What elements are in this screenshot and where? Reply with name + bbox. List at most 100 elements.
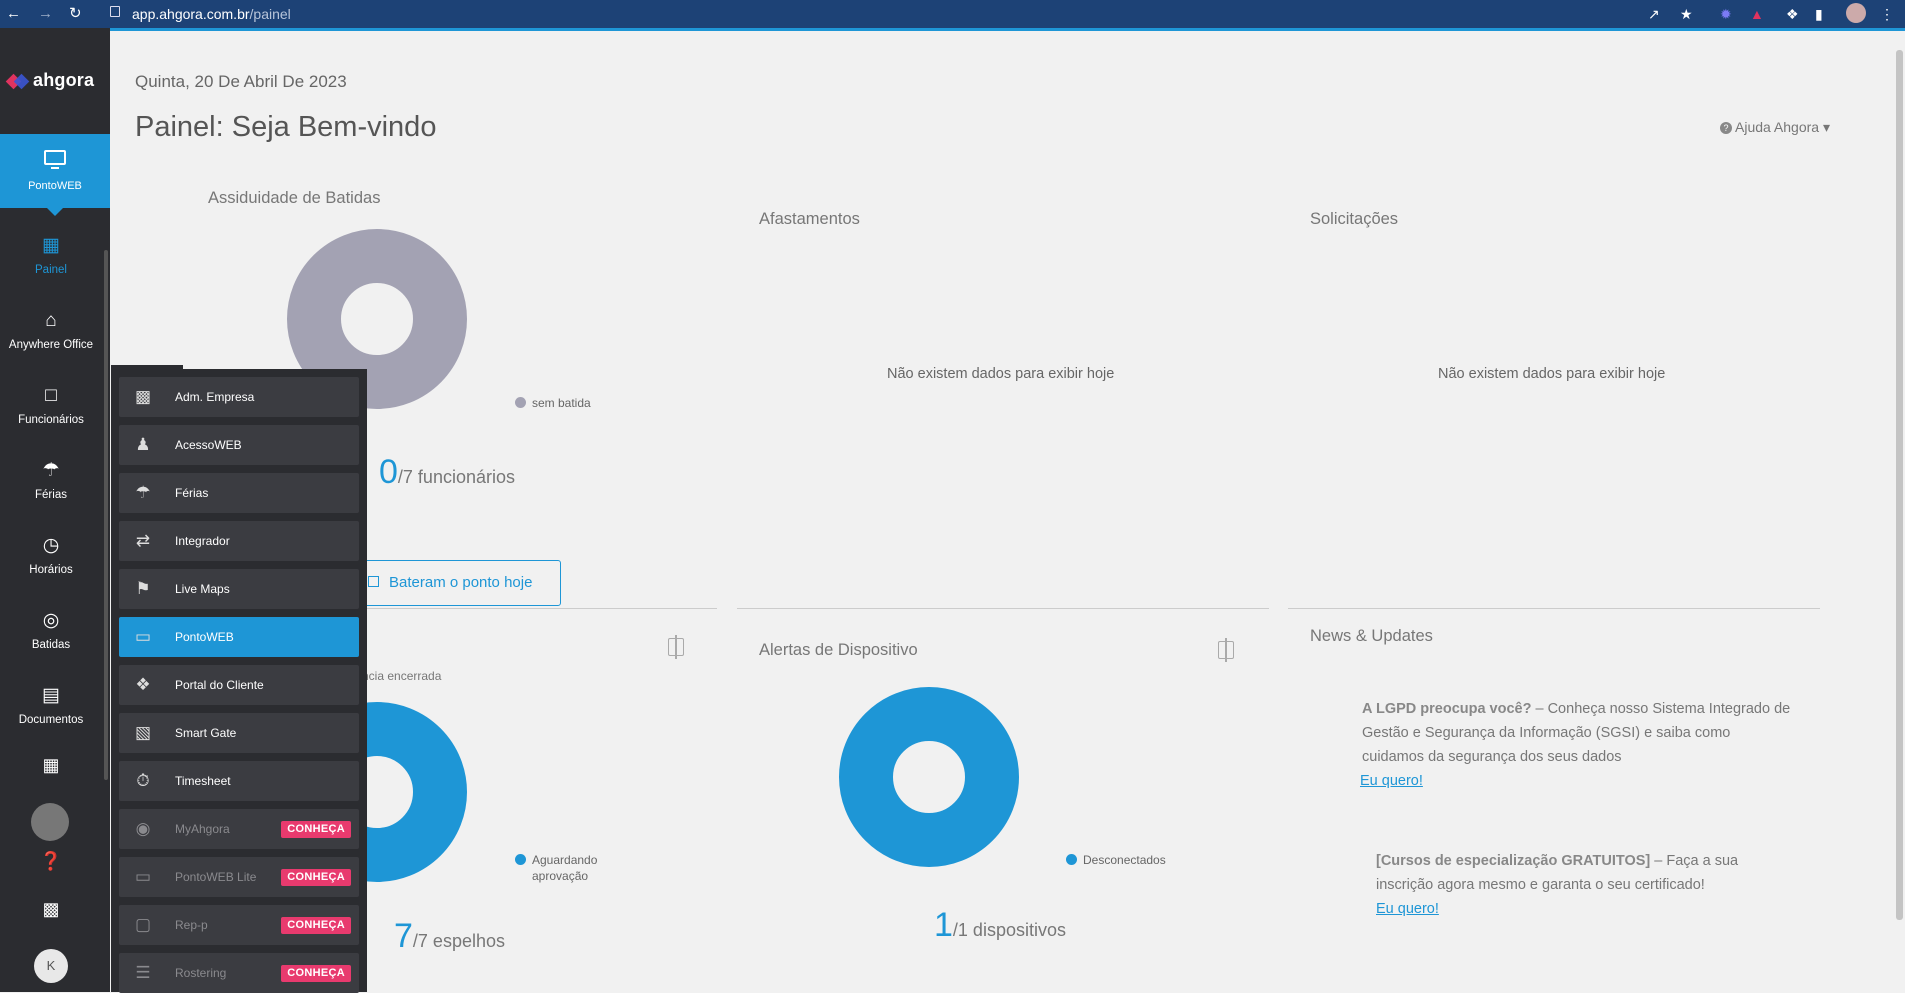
forward-arrow-icon[interactable]: → — [38, 5, 53, 23]
handshake-icon: ❖ — [135, 675, 151, 694]
solicitacoes-title: Solicitações — [1310, 210, 1399, 228]
menu-item-label: PontoWEB Lite — [175, 870, 257, 884]
menu-item-rep-p[interactable]: ▢ Rep-p CONHEÇA — [119, 905, 359, 945]
count-total: /7 espelhos — [412, 931, 505, 951]
company-building-icon[interactable]: ▩ — [31, 894, 71, 924]
menu-item-label: MyAhgora — [175, 822, 230, 836]
dashboard-icon: ▦ — [42, 235, 60, 256]
address-bar[interactable]: app.ahgora.com.br/painel — [132, 6, 291, 22]
sidebar-item-label: Painel — [35, 264, 67, 276]
briefcase-icon: ▢ — [134, 915, 152, 934]
menu-item-smart-gate[interactable]: ▧ Smart Gate — [119, 713, 359, 753]
extension-icon[interactable]: ✹ — [1720, 5, 1732, 23]
share-icon[interactable]: ↗ — [1648, 5, 1660, 23]
menu-item-integrador[interactable]: ⇄ Integrador — [119, 521, 359, 561]
section-divider — [737, 608, 1269, 609]
reload-icon[interactable]: ↻ — [69, 5, 82, 23]
external-link-icon — [368, 576, 379, 587]
menu-item-timesheet[interactable]: ⏱ Timesheet — [119, 761, 359, 801]
menu-item-label: Live Maps — [175, 582, 230, 596]
ahgora-extension-icon[interactable]: ▲ — [1750, 5, 1764, 23]
menu-item-adm-empresa[interactable]: ▩ Adm. Empresa — [119, 377, 359, 417]
menu-item-rostering[interactable]: ☰ Rostering CONHEÇA — [119, 953, 359, 993]
section-divider — [1288, 608, 1820, 609]
kebab-menu-icon[interactable]: ⋮ — [1880, 5, 1894, 23]
app-label: PontoWEB — [28, 180, 82, 192]
conheca-badge: CONHEÇA — [281, 821, 351, 838]
legend-dot — [515, 397, 526, 408]
legend-label-line1: Aguardando — [532, 853, 598, 867]
back-arrow-icon[interactable]: ← — [6, 5, 21, 23]
calculator-icon[interactable]: ▦ — [31, 750, 71, 780]
news-title: News & Updates — [1310, 627, 1433, 645]
menu-item-acessoweb[interactable]: ♟ AcessoWEB — [119, 425, 359, 465]
list-icon: ☰ — [135, 963, 151, 982]
document-icon: ▤ — [42, 685, 60, 706]
url-host: app.ahgora.com.br — [132, 6, 250, 22]
news-link[interactable]: Eu quero! — [1376, 901, 1439, 917]
count-total: /7 funcionários — [397, 467, 515, 487]
sidebar-item-horarios[interactable]: ◷ Horários — [0, 534, 102, 594]
sidebar-item-documentos[interactable]: ▤ Documentos — [0, 684, 102, 744]
expand-panel-icon[interactable] — [668, 635, 684, 659]
expand-panel-icon[interactable] — [1218, 638, 1234, 662]
side-panel-icon[interactable]: ▮ — [1815, 5, 1823, 23]
screen-off-icon: ▧ — [134, 723, 152, 742]
conheca-badge: CONHEÇA — [281, 917, 351, 934]
count-total: /1 dispositivos — [952, 920, 1066, 940]
menu-item-label: Timesheet — [175, 774, 231, 788]
help-icon[interactable]: ❓ — [31, 846, 71, 876]
assiduidade-count: 0/7 funcionários — [379, 453, 515, 492]
assiduidade-title: Assiduidade de Batidas — [208, 189, 381, 207]
conheca-badge: CONHEÇA — [281, 965, 351, 982]
news-link[interactable]: Eu quero! — [1360, 773, 1423, 789]
sidebar-scrollbar[interactable] — [104, 250, 108, 780]
sidebar-item-funcionarios[interactable]: □ Funcionários — [0, 384, 102, 444]
user-avatar[interactable]: K — [34, 949, 68, 983]
ahgora-logo[interactable]: ahgora — [5, 70, 94, 91]
menu-item-pontoweb[interactable]: ▭ PontoWEB — [119, 617, 359, 657]
alertas-donut — [839, 687, 1019, 867]
browser-profile-avatar[interactable] — [1846, 3, 1866, 23]
bateram-o-ponto-hoje-button[interactable]: Bateram o ponto hoje — [355, 560, 561, 606]
menu-item-label: Rostering — [175, 966, 227, 980]
menu-item-pontoweb-lite[interactable]: ▭ PontoWEB Lite CONHEÇA — [119, 857, 359, 897]
sidebar-item-label: Documentos — [18, 714, 84, 726]
count-value: 1 — [934, 906, 953, 944]
apps-grid-button[interactable] — [31, 803, 69, 841]
app-switcher-menu: ▩ Adm. Empresa ♟ AcessoWEB ☂ Férias ⇄ Integr… — [111, 369, 367, 993]
ahgora-logo-icon — [5, 71, 30, 91]
sidebar-item-painel[interactable]: ▦ Painel — [0, 234, 102, 294]
sidebar-item-anywhere-office[interactable]: ⌂ Anywhere Office — [0, 309, 102, 369]
help-dropdown[interactable]: ? Ajuda Ahgora ▾ — [1720, 119, 1830, 136]
sidebar-item-label: Funcionários — [18, 414, 84, 426]
fingerprint-icon: ◎ — [42, 610, 60, 631]
menu-item-ferias[interactable]: ☂ Férias — [119, 473, 359, 513]
puzzle-icon[interactable]: ❖ — [1786, 5, 1799, 23]
monitor-icon: ▭ — [134, 627, 152, 646]
app-switcher-pontoweb[interactable]: PontoWEB — [0, 134, 110, 216]
menu-item-portal-do-cliente[interactable]: ❖ Portal do Cliente — [119, 665, 359, 705]
help-circle-icon: ? — [1720, 122, 1732, 134]
menu-item-label: Rep-p — [175, 918, 208, 932]
menu-item-live-maps[interactable]: ⚑ Live Maps — [119, 569, 359, 609]
legend-label: Desconectados — [1083, 853, 1166, 867]
clock-icon: ◷ — [42, 535, 60, 556]
solicitacoes-empty: Não existem dados para exibir hoje — [1438, 366, 1666, 382]
browser-toolbar: ← → ↻ app.ahgora.com.br/painel ↗ ★ ✹ ▲ ❖… — [0, 0, 1905, 28]
current-date: Quinta, 20 De Abril De 2023 — [135, 72, 347, 91]
menu-item-myahgora[interactable]: ◉ MyAhgora CONHEÇA — [119, 809, 359, 849]
caret-down-icon: ▾ — [1822, 119, 1830, 135]
sidebar-item-batidas[interactable]: ◎ Batidas — [0, 609, 102, 669]
star-icon[interactable]: ★ — [1680, 5, 1693, 23]
conheca-badge: CONHEÇA — [281, 869, 351, 886]
menu-item-label: Integrador — [175, 534, 230, 548]
legend-dot — [1066, 854, 1077, 865]
help-label: Ajuda Ahgora — [1735, 119, 1820, 135]
news-headline: A LGPD preocupa você? — [1362, 701, 1532, 717]
page-scrollbar[interactable] — [1896, 50, 1903, 920]
badge-icon: □ — [45, 385, 57, 406]
button-label: Bateram o ponto hoje — [389, 574, 533, 591]
sidebar-item-ferias[interactable]: ☂ Férias — [0, 459, 102, 519]
assiduidade-legend: sem batida — [515, 395, 591, 411]
